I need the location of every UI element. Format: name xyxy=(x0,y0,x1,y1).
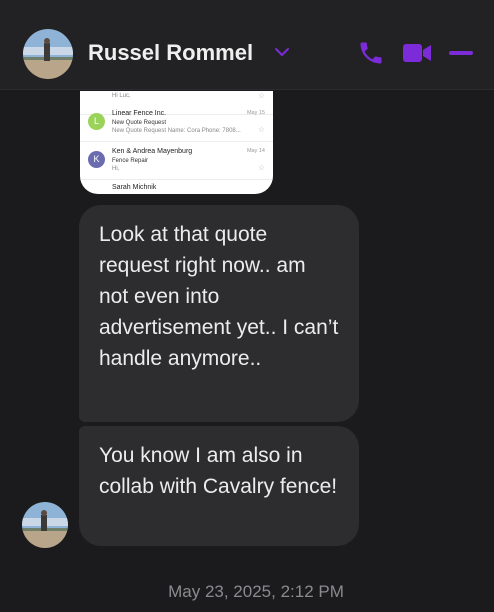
star-icon: ☆ xyxy=(257,163,265,172)
contact-name[interactable]: Russel Rommel xyxy=(88,40,253,66)
mail-row: Sarah Michnik xyxy=(80,182,273,194)
contact-avatar[interactable] xyxy=(23,29,73,79)
minimize-icon xyxy=(449,51,473,55)
sender-avatar[interactable] xyxy=(22,502,68,548)
star-icon: ☆ xyxy=(257,91,265,100)
mail-sender: Ken & Andrea Mayenburg xyxy=(112,148,193,155)
message-bubble[interactable]: You know I am also in collab with Cavalr… xyxy=(79,426,359,546)
mail-avatar: K xyxy=(88,151,105,168)
mail-date: May 15 xyxy=(246,110,265,116)
mail-preview: Hi, xyxy=(112,166,120,172)
mail-row: L Linear Fence Inc. New Quote Request Ne… xyxy=(80,106,273,142)
chat-header: Russel Rommel xyxy=(0,0,494,90)
mail-subject: Fence Repair xyxy=(112,158,149,164)
star-icon: ☆ xyxy=(257,125,265,134)
mail-row: K Ken & Andrea Mayenburg Fence Repair Hi… xyxy=(80,144,273,180)
video-call-button[interactable] xyxy=(401,39,433,67)
mail-subject: New Quote Request xyxy=(112,120,167,126)
minimize-button[interactable] xyxy=(447,39,477,67)
mail-preview: Hi Luc, xyxy=(112,93,131,99)
message-thread: Hi Luc, ☆ L Linear Fence Inc. New Quote … xyxy=(0,91,494,612)
mail-sender: Sarah Michnik xyxy=(112,184,157,191)
phone-icon xyxy=(360,42,382,64)
video-icon xyxy=(403,44,431,62)
mail-avatar: L xyxy=(88,113,105,130)
mail-preview: New Quote Request Name: Cora Phone: 7808… xyxy=(112,128,241,134)
mail-date: May 14 xyxy=(246,148,265,154)
chevron-down-icon[interactable] xyxy=(274,46,290,58)
mail-sender: Linear Fence Inc. xyxy=(112,110,167,117)
message-timestamp: May 23, 2025, 2:12 PM xyxy=(168,582,344,601)
message-bubble[interactable]: Look at that quote request right now.. a… xyxy=(79,205,359,422)
chat-window: Russel Rommel Hi Luc, ☆ L Linear Fence I… xyxy=(0,0,494,612)
image-attachment[interactable]: Hi Luc, ☆ L Linear Fence Inc. New Quote … xyxy=(80,91,273,194)
phone-call-button[interactable] xyxy=(356,39,386,67)
